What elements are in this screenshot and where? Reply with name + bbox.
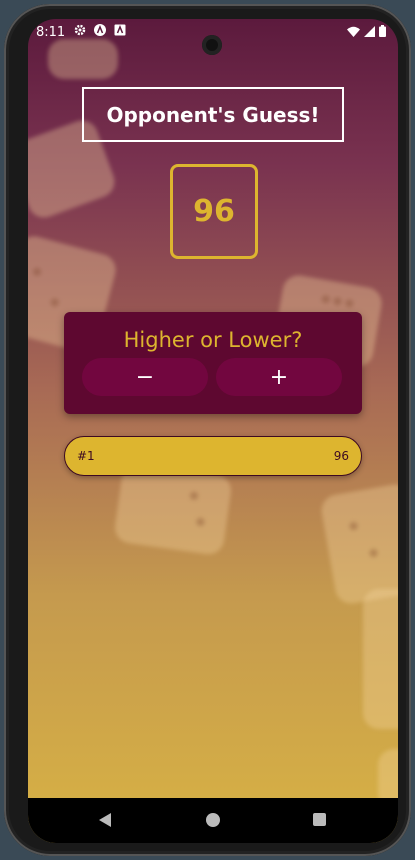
recent-apps-icon[interactable]: [313, 813, 326, 826]
battery-icon: [379, 25, 386, 41]
opponent-guess-display: 96: [170, 164, 258, 259]
guess-log-item: #1 96: [64, 436, 362, 476]
lower-button[interactable]: −: [82, 358, 208, 396]
wifi-icon: [347, 26, 360, 41]
gear-icon: [74, 24, 86, 36]
app-screen: 8:11 Opponent's Guess! 96 Higher or Lowe…: [28, 19, 398, 843]
signal-icon: [364, 25, 375, 41]
a-icon: [94, 24, 106, 36]
system-nav-bar: [28, 798, 398, 843]
background-die: [363, 589, 398, 729]
guess-log-value: 96: [333, 449, 349, 463]
background-die: [319, 482, 398, 606]
status-time: 8:11: [36, 25, 66, 40]
front-camera: [202, 35, 222, 55]
background-die: [48, 39, 118, 79]
home-icon[interactable]: [206, 813, 220, 827]
phone-frame: 8:11 Opponent's Guess! 96 Higher or Lowe…: [4, 4, 411, 856]
a-box-icon: [114, 24, 126, 36]
higher-lower-prompt: Higher or Lower?: [123, 328, 303, 352]
guess-log-round: #1: [77, 449, 95, 463]
page-title: Opponent's Guess!: [82, 87, 344, 142]
higher-lower-card: Higher or Lower? − +: [64, 312, 362, 414]
higher-button[interactable]: +: [216, 358, 342, 396]
back-icon[interactable]: [99, 813, 111, 827]
